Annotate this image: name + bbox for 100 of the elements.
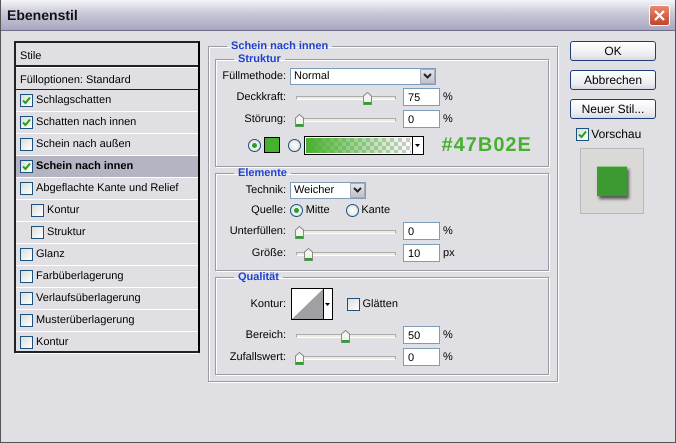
caret-icon — [350, 182, 365, 198]
radio-button[interactable] — [346, 204, 359, 216]
dialog-button[interactable]: Abbrechen — [570, 70, 656, 90]
slider[interactable] — [296, 328, 396, 342]
slider[interactable] — [296, 246, 396, 260]
style-item[interactable]: Farbüberlagerung — [16, 266, 198, 288]
unit-label: % — [442, 328, 453, 343]
hex-color-label: #47B02E — [442, 133, 532, 158]
checkbox[interactable] — [346, 298, 360, 310]
radio-label[interactable]: Mitte — [306, 202, 330, 218]
field-label: Quelle: — [251, 204, 286, 216]
field-label: Störung: — [244, 112, 286, 125]
number-field[interactable]: 0 — [403, 110, 440, 128]
checkbox[interactable] — [31, 226, 44, 239]
checkbox-label[interactable]: Vorschau — [591, 125, 642, 143]
field-label: Kontur: — [250, 298, 286, 310]
slider-thumb[interactable] — [295, 112, 304, 126]
field-label: Unterfüllen: — [230, 224, 286, 237]
dialog-button[interactable]: Neuer Stil... — [570, 99, 656, 119]
number-field[interactable]: 75 — [403, 88, 440, 106]
list-header: Stile — [20, 50, 42, 62]
dropdown[interactable]: Normal — [290, 68, 436, 84]
item-label: Schatten nach innen — [36, 115, 136, 130]
radio-label[interactable]: Kante — [361, 202, 390, 218]
blending-options-item[interactable]: Fülloptionen: Standard — [20, 74, 131, 86]
unit-label: px — [442, 246, 455, 261]
field-label: Zufallswert: — [230, 350, 286, 363]
checkbox-label[interactable]: Glätten — [362, 296, 398, 312]
style-item[interactable]: Musterüberlagerung — [16, 310, 198, 332]
color-swatch[interactable] — [264, 137, 280, 153]
item-label: Schein nach außen — [36, 137, 131, 152]
radio-button[interactable] — [248, 138, 261, 152]
checkbox[interactable] — [20, 292, 33, 305]
close-button[interactable] — [649, 4, 670, 26]
item-label: Glanz — [36, 247, 65, 262]
number-field[interactable]: 50 — [403, 326, 440, 344]
item-label: Farbüberlagerung — [36, 269, 124, 284]
preview-swatch — [597, 166, 627, 196]
section-title: Elemente — [237, 167, 288, 180]
section-title: Struktur — [237, 53, 282, 66]
checkbox[interactable] — [20, 182, 33, 195]
dropdown[interactable]: Weicher — [290, 182, 366, 198]
style-item[interactable]: Struktur — [16, 222, 198, 244]
gradient-picker[interactable] — [304, 136, 424, 154]
style-item[interactable]: Schlagschatten — [16, 90, 198, 112]
slider-thumb[interactable] — [304, 246, 314, 260]
window-title: Ebenenstil — [7, 6, 78, 24]
checkbox[interactable] — [20, 336, 33, 349]
field-label: Deckkraft: — [236, 90, 286, 103]
unit-label: % — [442, 112, 453, 127]
unit-label: % — [442, 90, 453, 105]
slider[interactable] — [296, 90, 396, 104]
item-label: Kontur — [36, 335, 68, 350]
caret-icon — [415, 144, 420, 146]
caret-icon — [420, 68, 435, 84]
item-label: Verlaufsüberlagerung — [36, 291, 141, 306]
checkbox[interactable] — [20, 314, 33, 327]
slider-thumb[interactable] — [363, 90, 372, 104]
checkbox[interactable] — [20, 270, 33, 283]
radio-button[interactable] — [290, 204, 303, 216]
item-label: Kontur — [47, 203, 80, 218]
slider-thumb[interactable] — [295, 224, 304, 238]
field-label: Füllmethode: — [222, 70, 286, 82]
radio-button[interactable] — [288, 138, 301, 152]
style-item[interactable]: Verlaufsüberlagerung — [16, 288, 198, 310]
unit-label: % — [442, 350, 453, 365]
style-item[interactable]: Schatten nach innen — [16, 112, 198, 134]
slider-thumb[interactable] — [295, 350, 304, 364]
close-icon — [653, 8, 666, 22]
item-label: Schein nach innen — [36, 159, 134, 174]
contour-picker[interactable] — [290, 288, 333, 320]
dialog-button[interactable]: OK — [570, 41, 656, 61]
caret-icon — [325, 302, 330, 306]
style-item[interactable]: Kontur — [16, 332, 198, 354]
field-label: Technik: — [246, 184, 286, 196]
item-label: Schlagschatten — [36, 93, 112, 108]
field-label: Größe: — [252, 246, 286, 259]
checkbox[interactable] — [31, 204, 44, 217]
item-label: Struktur — [47, 225, 86, 240]
checkbox[interactable] — [20, 116, 33, 129]
checkbox[interactable] — [20, 94, 33, 107]
slider[interactable] — [296, 112, 396, 126]
checkbox[interactable] — [20, 138, 33, 151]
item-label: Musterüberlagerung — [36, 313, 134, 328]
item-label: Abgeflachte Kante und Relief — [36, 181, 178, 196]
slider-thumb[interactable] — [340, 328, 350, 342]
style-item[interactable]: Schein nach innen — [16, 156, 198, 178]
number-field[interactable]: 10 — [403, 244, 440, 262]
group-title: Schein nach innen — [230, 40, 330, 53]
slider[interactable] — [296, 350, 396, 364]
checkbox[interactable] — [20, 160, 33, 173]
checkbox[interactable] — [20, 248, 33, 261]
number-field[interactable]: 0 — [403, 222, 440, 240]
unit-label: % — [442, 224, 453, 239]
slider[interactable] — [296, 224, 396, 238]
style-item[interactable]: Kontur — [16, 200, 198, 222]
number-field[interactable]: 0 — [403, 348, 440, 366]
style-item[interactable]: Glanz — [16, 244, 198, 266]
style-item[interactable]: Abgeflachte Kante und Relief — [16, 178, 198, 200]
checkbox[interactable] — [576, 128, 588, 140]
